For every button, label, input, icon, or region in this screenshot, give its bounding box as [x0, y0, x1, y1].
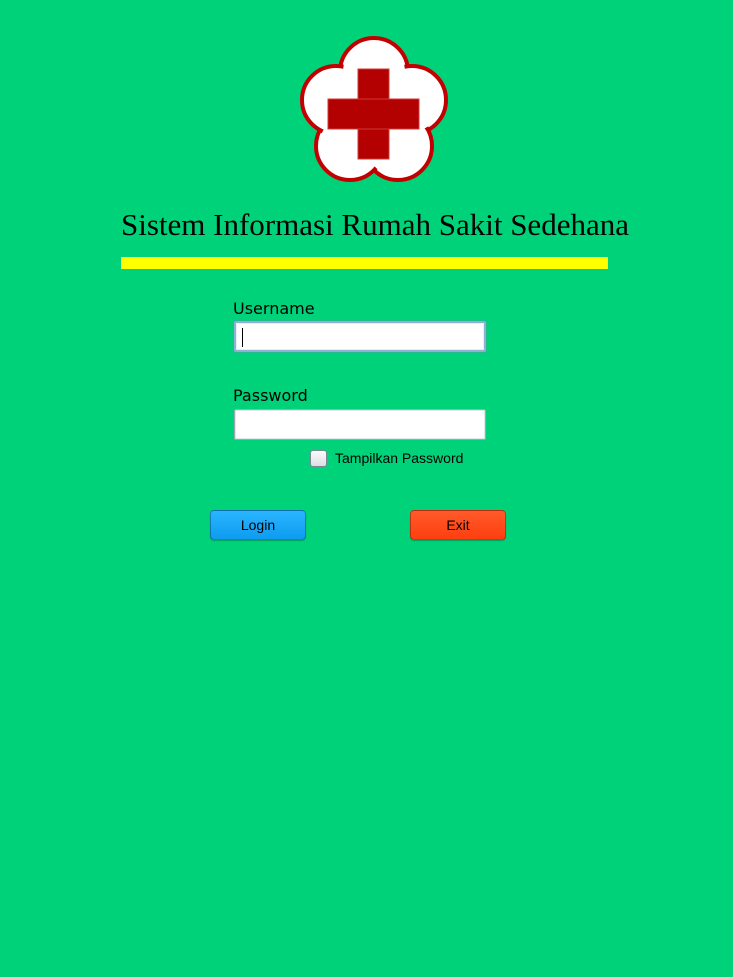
username-label: Username [233, 299, 315, 318]
password-label: Password [233, 386, 308, 405]
show-password-checkbox[interactable] [310, 449, 327, 467]
app-logo [294, 36, 454, 190]
title-divider [121, 257, 608, 269]
text-caret [242, 328, 243, 347]
login-button[interactable]: Login [210, 510, 306, 540]
exit-button[interactable]: Exit [410, 510, 506, 540]
password-input[interactable] [234, 409, 486, 440]
username-input[interactable] [234, 321, 486, 352]
red-cross-flower-icon [300, 36, 448, 182]
show-password-toggle[interactable]: Tampilkan Password [310, 448, 463, 468]
page-title: Sistem Informasi Rumah Sakit Sedehana [121, 207, 629, 242]
show-password-label: Tampilkan Password [335, 450, 464, 466]
